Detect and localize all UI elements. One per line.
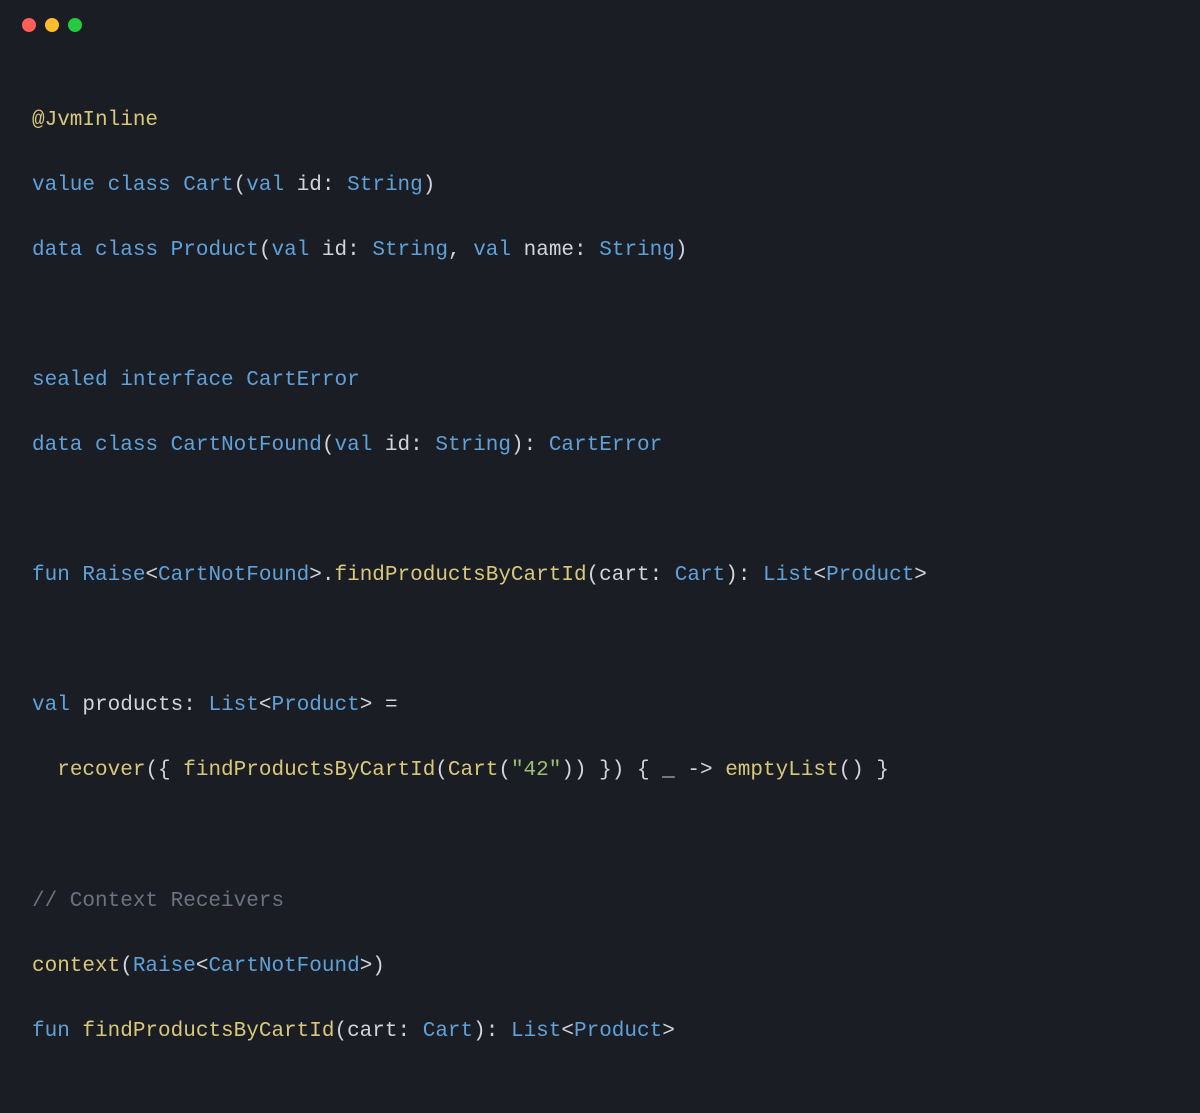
code-editor: @JvmInline value class Cart(val id: Stri… xyxy=(0,42,1200,1113)
code-line: // Context Receivers xyxy=(32,886,1168,919)
code-line: fun findProductsByCartId(cart: Cart): Li… xyxy=(32,1016,1168,1049)
code-line: recover({ findProductsByCartId(Cart("42"… xyxy=(32,755,1168,788)
annotation: @JvmInline xyxy=(32,109,158,132)
code-line: data class CartNotFound(val id: String):… xyxy=(32,430,1168,463)
code-line: val products: List<Product> = xyxy=(32,690,1168,723)
code-line: data class Product(val id: String, val n… xyxy=(32,235,1168,268)
titlebar xyxy=(0,0,1200,42)
minimize-icon[interactable] xyxy=(45,18,59,32)
code-line xyxy=(32,821,1168,854)
code-line: value class Cart(val id: String) xyxy=(32,170,1168,203)
close-icon[interactable] xyxy=(22,18,36,32)
comment: // Context Receivers xyxy=(32,890,284,913)
code-line xyxy=(32,625,1168,658)
zoom-icon[interactable] xyxy=(68,18,82,32)
code-line xyxy=(32,495,1168,528)
code-window: @JvmInline value class Cart(val id: Stri… xyxy=(0,0,1200,645)
code-line: sealed interface CartError xyxy=(32,365,1168,398)
code-line: context(Raise<CartNotFound>) xyxy=(32,951,1168,984)
code-line: @JvmInline xyxy=(32,105,1168,138)
code-line: fun Raise<CartNotFound>.findProductsByCa… xyxy=(32,560,1168,593)
code-line xyxy=(32,300,1168,333)
